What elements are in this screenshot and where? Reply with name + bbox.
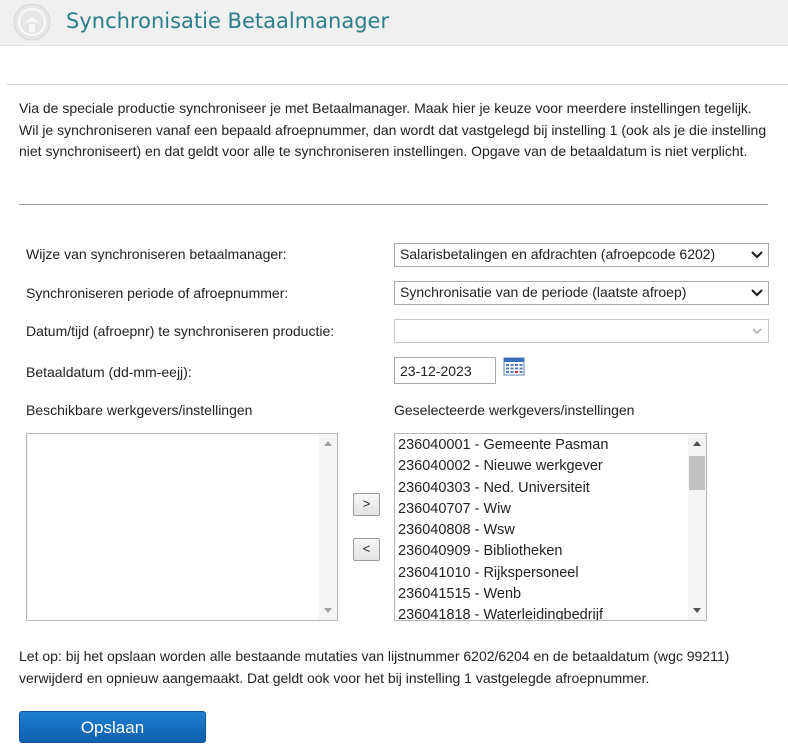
chevron-down-icon (752, 328, 762, 335)
datumtijd-select[interactable] (394, 319, 769, 343)
list-item[interactable]: 236040001 - Gemeente Pasman (397, 435, 686, 456)
periode-select[interactable]: Synchronisatie van de periode (laatste a… (394, 281, 769, 305)
scroll-down-icon[interactable] (693, 608, 701, 613)
page-title: Synchronisatie Betaalmanager (66, 9, 390, 33)
selected-listbox[interactable]: 236040001 - Gemeente Pasman 236040002 - N… (394, 433, 707, 621)
periode-label: Synchroniseren periode of afroepnummer: (26, 285, 289, 301)
top-divider (7, 84, 788, 85)
selected-list-label: Geselecteerde werkgevers/instellingen (394, 402, 635, 418)
datumtijd-label: Datum/tijd (afroepnr) te synchroniseren … (26, 323, 335, 339)
selected-items: 236040001 - Gemeente Pasman 236040002 - N… (397, 435, 686, 620)
selected-scrollbar[interactable] (688, 434, 706, 620)
scroll-up-icon[interactable] (693, 441, 701, 446)
scroll-thumb[interactable] (689, 456, 705, 490)
wijze-select[interactable]: Salarisbetalingen en afdrachten (afroepc… (394, 243, 769, 267)
emblem-logo-icon (13, 3, 51, 41)
betaaldatum-input[interactable]: 23-12-2023 (394, 357, 496, 384)
section-divider (19, 204, 768, 205)
note-text: Let op: bij het opslaan worden alle best… (19, 648, 730, 686)
list-item[interactable]: 236040808 - Wsw (397, 520, 686, 541)
wijze-select-value: Salarisbetalingen en afdrachten (afroepc… (400, 246, 716, 262)
list-item[interactable]: 236041818 - Waterleidingbedrijf (397, 605, 686, 620)
scroll-up-icon[interactable] (324, 441, 332, 446)
available-scrollbar[interactable] (319, 434, 337, 620)
save-button[interactable]: Opslaan (19, 711, 206, 743)
list-item[interactable]: 236041010 - Rijkspersoneel (397, 563, 686, 584)
list-item[interactable]: 236041515 - Wenb (397, 584, 686, 605)
chevron-down-icon (751, 251, 763, 259)
periode-select-value: Synchronisatie van de periode (laatste a… (400, 284, 687, 300)
available-list-label: Beschikbare werkgevers/instellingen (26, 402, 253, 418)
chevron-down-icon (751, 289, 763, 297)
betaaldatum-label: Betaaldatum (dd-mm-eejj): (26, 364, 192, 380)
scroll-down-icon[interactable] (324, 608, 332, 613)
move-right-button[interactable]: > (353, 493, 380, 516)
available-listbox[interactable] (26, 433, 338, 621)
intro-text: Via de speciale productie synchroniseer … (19, 100, 767, 159)
page-header: Synchronisatie Betaalmanager (0, 0, 788, 46)
calendar-icon[interactable] (503, 356, 525, 376)
wijze-label: Wijze van synchroniseren betaalmanager: (26, 246, 287, 262)
move-left-button[interactable]: < (353, 538, 380, 561)
list-item[interactable]: 236040002 - Nieuwe werkgever (397, 456, 686, 477)
list-item[interactable]: 236040707 - Wiw (397, 499, 686, 520)
list-item[interactable]: 236040909 - Bibliotheken (397, 541, 686, 562)
list-item[interactable]: 236040303 - Ned. Universiteit (397, 478, 686, 499)
